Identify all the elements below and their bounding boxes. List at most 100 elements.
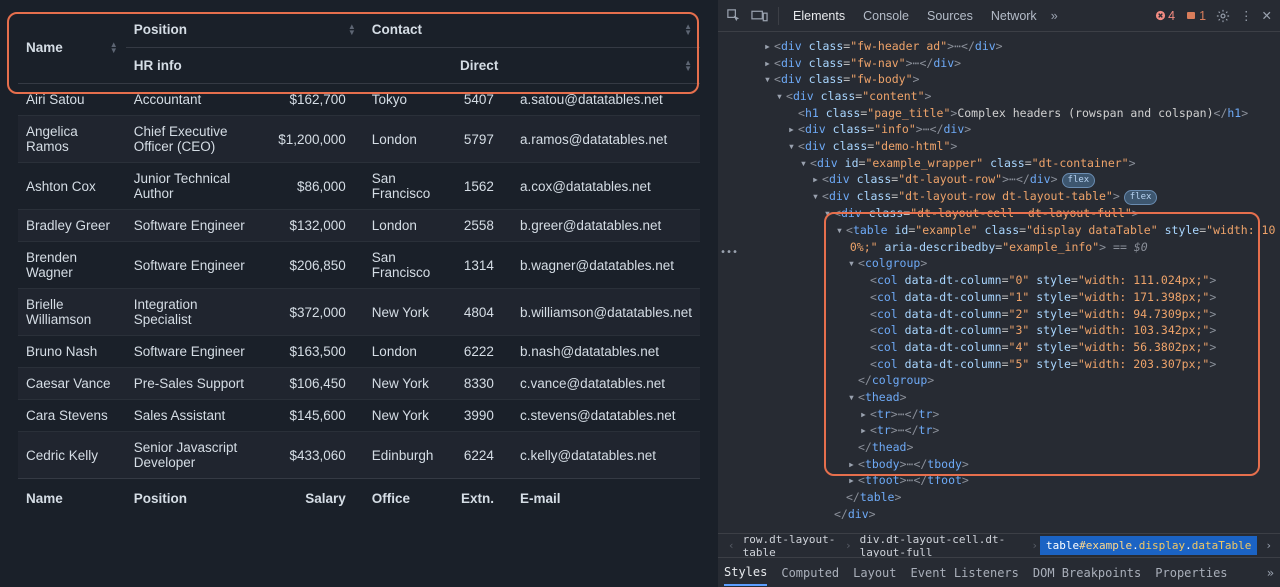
cell-salary: $372,000	[266, 289, 363, 336]
cell-extn: 1314	[452, 242, 512, 289]
cell-name: Airi Satou	[18, 84, 126, 116]
cell-extn: 2558	[452, 210, 512, 242]
tab-network[interactable]: Network	[987, 9, 1041, 23]
cell-position: Pre-Sales Support	[126, 368, 267, 400]
cell-office: Edinburgh	[364, 432, 452, 479]
table-row[interactable]: Cara StevensSales Assistant$145,600New Y…	[18, 400, 700, 432]
th-position[interactable]: Position▲▼	[126, 12, 364, 48]
more-icon[interactable]: »	[1267, 566, 1274, 580]
styles-tabs: Styles Computed Layout Event Listeners D…	[718, 557, 1280, 587]
tab-elements[interactable]: Elements	[789, 9, 849, 23]
table-row[interactable]: Brielle WilliamsonIntegration Specialist…	[18, 289, 700, 336]
cell-email: a.satou@datatables.net	[512, 84, 700, 116]
cell-salary: $1,200,000	[266, 116, 363, 163]
kebab-icon[interactable]: ⋮	[1240, 8, 1252, 23]
cell-salary: $162,700	[266, 84, 363, 116]
tab2-styles[interactable]: Styles	[724, 565, 767, 586]
tf-email: E-mail	[512, 479, 700, 519]
ellipsis-icon[interactable]: •••	[720, 246, 738, 261]
cell-extn: 5407	[452, 84, 512, 116]
th-direct[interactable]: Direct▲▼	[452, 48, 700, 84]
cell-email: a.cox@datatables.net	[512, 163, 700, 210]
data-table: Name▲▼ Position▲▼ Contact▲▼ HR info Dire…	[18, 12, 700, 518]
table-row[interactable]: Bruno NashSoftware Engineer$163,500Londo…	[18, 336, 700, 368]
th-hr-info[interactable]: HR info	[126, 48, 452, 84]
cell-office: Tokyo	[364, 84, 452, 116]
cell-name: Bruno Nash	[18, 336, 126, 368]
sort-icon: ▲▼	[684, 24, 692, 36]
tab2-dom[interactable]: DOM Breakpoints	[1033, 566, 1141, 580]
cell-office: New York	[364, 289, 452, 336]
table-row[interactable]: Airi SatouAccountant$162,700Tokyo5407a.s…	[18, 84, 700, 116]
cell-email: c.kelly@datatables.net	[512, 432, 700, 479]
cell-email: b.greer@datatables.net	[512, 210, 700, 242]
cell-extn: 5797	[452, 116, 512, 163]
sort-icon: ▲▼	[348, 24, 356, 36]
cell-office: London	[364, 116, 452, 163]
table-row[interactable]: Caesar VancePre-Sales Support$106,450New…	[18, 368, 700, 400]
cell-name: Brielle Williamson	[18, 289, 126, 336]
cell-email: b.wagner@datatables.net	[512, 242, 700, 289]
cell-salary: $106,450	[266, 368, 363, 400]
th-name[interactable]: Name▲▼	[18, 12, 126, 84]
cell-position: Junior Technical Author	[126, 163, 267, 210]
table-row[interactable]: Brenden WagnerSoftware Engineer$206,850S…	[18, 242, 700, 289]
tab2-computed[interactable]: Computed	[781, 566, 839, 580]
cell-email: a.ramos@datatables.net	[512, 116, 700, 163]
gear-icon[interactable]	[1216, 9, 1230, 23]
tf-name: Name	[18, 479, 126, 519]
tf-office: Office	[364, 479, 452, 519]
cell-name: Cedric Kelly	[18, 432, 126, 479]
close-icon[interactable]: ✕	[1262, 8, 1272, 23]
cell-office: San Francisco	[364, 163, 452, 210]
cell-name: Caesar Vance	[18, 368, 126, 400]
cell-position: Software Engineer	[126, 336, 267, 368]
cell-salary: $163,500	[266, 336, 363, 368]
cell-office: London	[364, 336, 452, 368]
device-icon[interactable]	[751, 9, 768, 23]
cell-salary: $86,000	[266, 163, 363, 210]
cell-extn: 1562	[452, 163, 512, 210]
cell-office: London	[364, 210, 452, 242]
tab-console[interactable]: Console	[859, 9, 913, 23]
cell-name: Ashton Cox	[18, 163, 126, 210]
cell-name: Bradley Greer	[18, 210, 126, 242]
cell-extn: 4804	[452, 289, 512, 336]
cell-name: Cara Stevens	[18, 400, 126, 432]
issues-badge[interactable]: 1	[1185, 9, 1206, 23]
tab-sources[interactable]: Sources	[923, 9, 977, 23]
tf-position: Position	[126, 479, 267, 519]
chevron-left-icon[interactable]: ‹	[726, 539, 737, 552]
cell-email: c.vance@datatables.net	[512, 368, 700, 400]
table-row[interactable]: Angelica RamosChief Executive Officer (C…	[18, 116, 700, 163]
crumb-table[interactable]: table#example.display.dataTable	[1040, 536, 1257, 555]
tab2-layout[interactable]: Layout	[853, 566, 896, 580]
cell-extn: 6222	[452, 336, 512, 368]
cell-office: New York	[364, 400, 452, 432]
cell-position: Chief Executive Officer (CEO)	[126, 116, 267, 163]
breadcrumb[interactable]: ‹ row.dt-layout-table › div.dt-layout-ce…	[718, 533, 1280, 557]
th-contact[interactable]: Contact▲▼	[364, 12, 700, 48]
cell-salary: $145,600	[266, 400, 363, 432]
table-row[interactable]: Bradley GreerSoftware Engineer$132,000Lo…	[18, 210, 700, 242]
cell-email: c.stevens@datatables.net	[512, 400, 700, 432]
elements-tree[interactable]: ••• ▸<div class="fw-header ad">⋯</div> ▸…	[718, 32, 1280, 533]
inspect-icon[interactable]	[726, 8, 741, 23]
cell-extn: 3990	[452, 400, 512, 432]
cell-extn: 8330	[452, 368, 512, 400]
cell-position: Senior Javascript Developer	[126, 432, 267, 479]
sort-icon: ▲▼	[684, 60, 692, 72]
chevron-right-icon[interactable]: ›	[1257, 539, 1280, 552]
cell-office: New York	[364, 368, 452, 400]
cell-extn: 6224	[452, 432, 512, 479]
tf-extn: Extn.	[452, 479, 512, 519]
more-tabs-icon[interactable]: »	[1051, 9, 1058, 23]
cell-position: Software Engineer	[126, 242, 267, 289]
tab2-props[interactable]: Properties	[1155, 566, 1227, 580]
tab2-event[interactable]: Event Listeners	[911, 566, 1019, 580]
table-row[interactable]: Cedric KellySenior Javascript Developer$…	[18, 432, 700, 479]
errors-badge[interactable]: 4	[1155, 9, 1175, 23]
cell-email: b.nash@datatables.net	[512, 336, 700, 368]
table-row[interactable]: Ashton CoxJunior Technical Author$86,000…	[18, 163, 700, 210]
cell-position: Sales Assistant	[126, 400, 267, 432]
